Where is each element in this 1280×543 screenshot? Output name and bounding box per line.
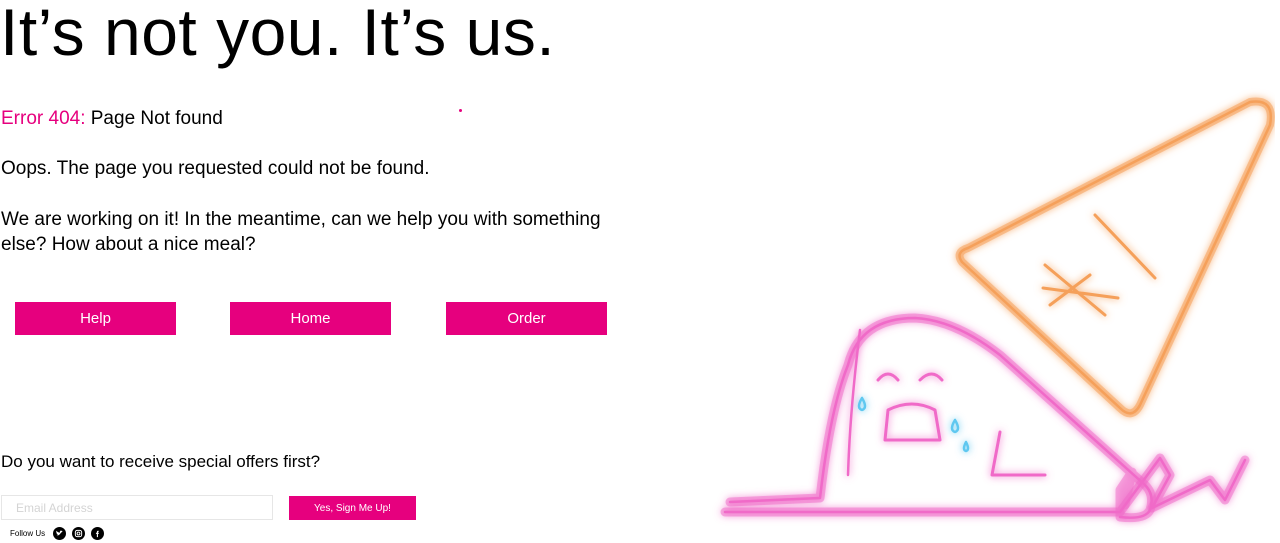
- order-button[interactable]: Order: [446, 302, 607, 335]
- error-text: Page Not found: [85, 108, 223, 129]
- not-found-message: Oops. The page you requested could not b…: [1, 158, 430, 179]
- error-line: Error 404: Page Not found: [1, 108, 223, 130]
- instagram-icon[interactable]: [72, 527, 86, 540]
- melted-ice-cream-illustration: [720, 97, 1275, 523]
- help-button[interactable]: Help: [15, 302, 176, 335]
- offers-prompt: Do you want to receive special offers fi…: [1, 452, 321, 471]
- follow-label: Follow Us: [10, 529, 46, 538]
- twitter-icon[interactable]: [53, 527, 67, 540]
- home-button[interactable]: Home: [230, 302, 391, 335]
- email-field[interactable]: [1, 495, 273, 520]
- error-code: Error 404:: [1, 108, 86, 129]
- signup-button[interactable]: Yes, Sign Me Up!: [289, 496, 416, 520]
- decorative-dot: [459, 109, 462, 112]
- tears: [857, 396, 970, 453]
- help-message: We are working on it! In the meantime, c…: [1, 209, 601, 255]
- follow-us: Follow Us: [10, 527, 105, 540]
- page-headline: It’s not you. It’s us.: [0, 0, 556, 69]
- facebook-icon[interactable]: [91, 527, 105, 540]
